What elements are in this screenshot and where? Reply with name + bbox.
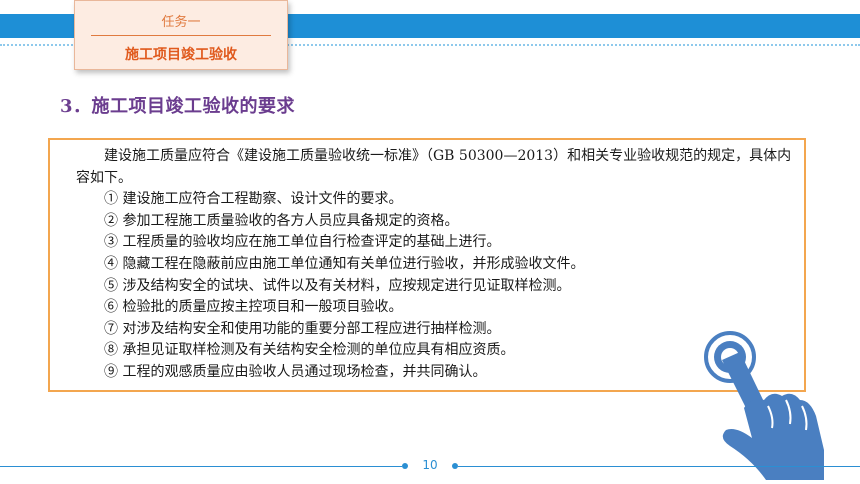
page-number: 10 (422, 458, 438, 472)
footer-line-left (0, 466, 402, 467)
list-item: ② 参加工程施工质量验收的各方人员应具备规定的资格。 (104, 212, 459, 229)
hand-tap-icon (704, 331, 824, 480)
intro-paragraph: 建设施工质量应符合《建设施工质量验收统一标准》（GB 50300—2013）和相… (76, 148, 792, 186)
task-divider (91, 35, 271, 36)
task-label: 任务一 (161, 15, 201, 30)
section-heading: 3．施工项目竣工验收的要求 (60, 96, 296, 117)
list-item: ⑤ 涉及结构安全的试块、试件以及有关材料，应按规定进行见证取样检测。 (104, 277, 571, 294)
list-item: ⑧ 承担见证取样检测及有关结构安全检测的单位应具有相应资质。 (104, 342, 515, 359)
list-item: ⑥ 检验批的质量应按主控项目和一般项目验收。 (104, 299, 403, 316)
task-label-card: 任务一 施工项目竣工验收 (74, 0, 288, 70)
requirements-box: 建设施工质量应符合《建设施工质量验收统一标准》（GB 50300—2013）和相… (48, 138, 806, 392)
footer-dot-left (402, 463, 408, 469)
task-title: 施工项目竣工验收 (125, 47, 237, 63)
list-item: ① 建设施工应符合工程勘察、设计文件的要求。 (104, 191, 403, 208)
footer-line-right (458, 466, 860, 467)
list-item: ③ 工程质量的验收均应在施工单位自行检查评定的基础上进行。 (104, 234, 501, 251)
list-item: ⑨ 工程的观感质量应由验收人员通过现场检查，并共同确认。 (104, 363, 487, 380)
list-item: ④ 隐藏工程在隐蔽前应由施工单位通知有关单位进行验收，并形成验收文件。 (104, 255, 585, 272)
list-item: ⑦ 对涉及结构安全和使用功能的重要分部工程应进行抽样检测。 (104, 320, 501, 337)
requirements-list: ① 建设施工应符合工程勘察、设计文件的要求。 ② 参加工程施工质量验收的各方人员… (76, 189, 792, 383)
